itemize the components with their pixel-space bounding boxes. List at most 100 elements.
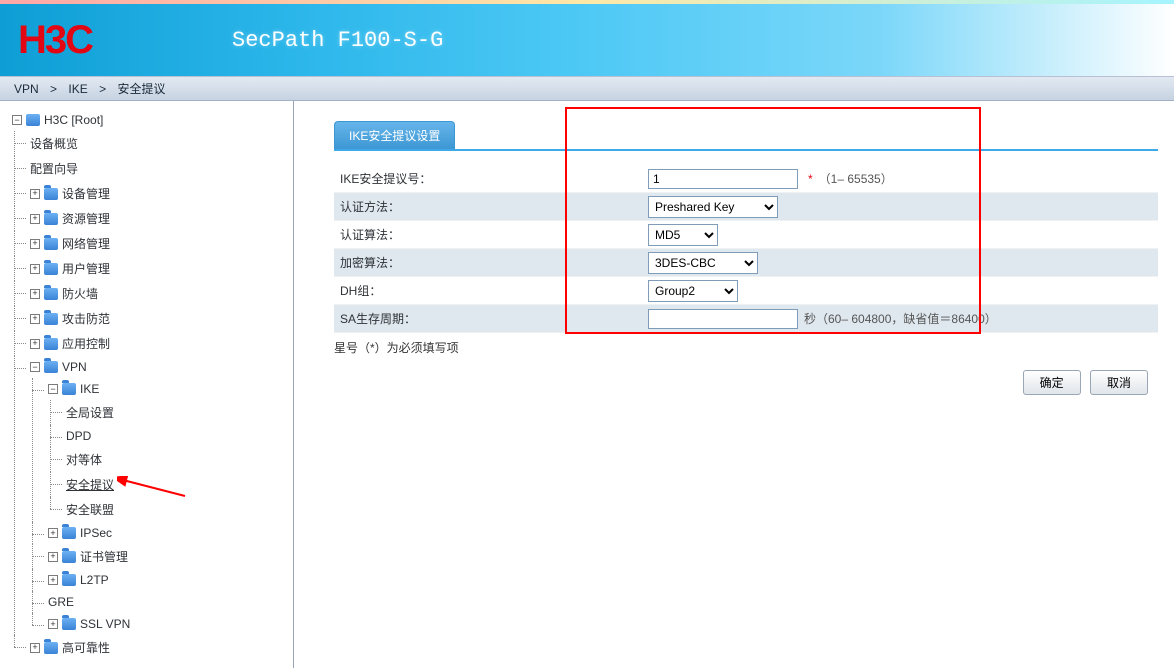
tree-label: 全局设置 (66, 404, 114, 421)
folder-icon (44, 313, 58, 325)
collapse-icon[interactable]: − (30, 362, 40, 372)
tree-item[interactable]: +防火墙 (26, 281, 293, 306)
tree-label: L2TP (80, 573, 109, 587)
tree-item[interactable]: + 设备管理 (26, 181, 293, 206)
tree-label: 攻击防范 (62, 310, 110, 327)
input-sa-lifetime[interactable] (648, 309, 798, 329)
tree-label: 设备概览 (30, 135, 78, 152)
tree-label: 设备管理 (62, 185, 110, 202)
brand-logo: H3C (18, 18, 92, 63)
tree-item-vpn[interactable]: −VPN −IKE 全局设置 DPD 对等体 安全提议 安全联 (26, 356, 293, 635)
label-auth-method: 认证方法： (338, 198, 648, 215)
tree-item[interactable]: +SSL VPN (44, 613, 293, 635)
folder-icon (44, 642, 58, 654)
breadcrumb-item[interactable]: VPN (14, 82, 39, 96)
select-dh[interactable]: Group2 (648, 280, 738, 302)
expand-icon[interactable]: + (30, 643, 40, 653)
cancel-button[interactable]: 取消 (1090, 370, 1148, 395)
tree-label: 网络管理 (62, 235, 110, 252)
tab-ike-proposal[interactable]: IKE安全提议设置 (334, 121, 455, 149)
tree-item[interactable]: 设备概览 (26, 131, 293, 156)
product-title: SecPath F100-S-G (232, 28, 443, 53)
collapse-icon[interactable]: − (48, 384, 58, 394)
folder-icon (62, 383, 76, 395)
folder-icon (62, 551, 76, 563)
tree-leaf-active[interactable]: 安全提议 (62, 472, 293, 497)
tree-item[interactable]: + 资源管理 (26, 206, 293, 231)
tree-root-label: H3C [Root] (44, 113, 103, 127)
select-auth-algo[interactable]: MD5 (648, 224, 718, 246)
sidebar: − H3C [Root] 设备概览 配置向导 + 设备管理 + 资源管理 + 网络管理… (0, 101, 294, 668)
tree-label: 配置向导 (30, 160, 78, 177)
select-auth-method[interactable]: Preshared Key (648, 196, 778, 218)
label-proposal: IKE安全提议号： (338, 170, 648, 187)
tree-item[interactable]: + 网络管理 (26, 231, 293, 256)
tree-item[interactable]: 配置向导 (26, 156, 293, 181)
row-sa-lifetime: SA生存周期： 秒（60– 604800，缺省值＝86400） (334, 305, 1158, 333)
row-enc-algo: 加密算法： 3DES-CBC (334, 249, 1158, 277)
expand-icon[interactable]: + (30, 214, 40, 224)
expand-icon[interactable]: + (48, 619, 58, 629)
expand-icon[interactable]: + (30, 339, 40, 349)
tree-label: 应用控制 (62, 335, 110, 352)
button-row: 确定 取消 (334, 370, 1158, 395)
tree-item[interactable]: + IPSec (44, 522, 293, 544)
expand-icon[interactable]: + (48, 552, 58, 562)
label-sa-lifetime: SA生存周期： (338, 310, 648, 327)
header: H3C SecPath F100-S-G (0, 4, 1174, 76)
row-proposal: IKE安全提议号： * （1– 65535） (334, 165, 1158, 193)
breadcrumb-item[interactable]: IKE (68, 82, 87, 96)
tree-item-ike[interactable]: −IKE 全局设置 DPD 对等体 安全提议 安全联盟 (44, 378, 293, 522)
row-auth-method: 认证方法： Preshared Key (334, 193, 1158, 221)
tree-leaf[interactable]: 全局设置 (62, 400, 293, 425)
tree-label: 证书管理 (80, 548, 128, 565)
expand-icon[interactable]: + (30, 264, 40, 274)
tree-root[interactable]: − H3C [Root] 设备概览 配置向导 + 设备管理 + 资源管理 + 网络管理… (8, 109, 293, 660)
tree-item[interactable]: + L2TP (44, 569, 293, 591)
collapse-icon[interactable]: − (12, 115, 22, 125)
folder-icon (44, 213, 58, 225)
tab-strip: IKE安全提议设置 (334, 121, 1158, 151)
expand-icon[interactable]: + (30, 314, 40, 324)
tree-item[interactable]: + 攻击防范 (26, 306, 293, 331)
label-dh: DH组： (338, 282, 648, 299)
tree-label: IPSec (80, 526, 112, 540)
select-enc-algo[interactable]: 3DES-CBC (648, 252, 758, 274)
breadcrumb-sep: > (50, 82, 57, 96)
tree-leaf[interactable]: DPD (62, 425, 293, 447)
folder-icon (44, 361, 58, 373)
tree-label: 高可靠性 (62, 639, 110, 656)
main-content: IKE安全提议设置 IKE安全提议号： * （1– 65535） 认证方法： P… (294, 101, 1174, 668)
footnote-required: 星号（*）为必须填写项 (334, 339, 1158, 356)
hint-sa-lifetime: 秒（60– 604800，缺省值＝86400） (804, 310, 997, 327)
folder-icon (44, 263, 58, 275)
folder-icon (44, 338, 58, 350)
ok-button[interactable]: 确定 (1023, 370, 1081, 395)
tree-label: 用户管理 (62, 260, 110, 277)
tree-leaf[interactable]: GRE (44, 591, 293, 613)
tree-label: 对等体 (66, 451, 102, 468)
breadcrumb-item: 安全提议 (117, 82, 165, 96)
root-icon (26, 114, 40, 126)
tree-label: 资源管理 (62, 210, 110, 227)
label-auth-algo: 认证算法： (338, 226, 648, 243)
breadcrumb: VPN > IKE > 安全提议 (0, 76, 1174, 101)
expand-icon[interactable]: + (30, 189, 40, 199)
row-dh: DH组： Group2 (334, 277, 1158, 305)
tree-label: 安全联盟 (66, 501, 114, 518)
tree-item[interactable]: + 高可靠性 (26, 635, 293, 660)
required-star-icon: * (808, 172, 813, 186)
row-auth-algo: 认证算法： MD5 (334, 221, 1158, 249)
tree-item[interactable]: + 用户管理 (26, 256, 293, 281)
tree-leaf[interactable]: 安全联盟 (62, 497, 293, 522)
input-proposal[interactable] (648, 169, 798, 189)
expand-icon[interactable]: + (48, 575, 58, 585)
tree-label: VPN (62, 360, 87, 374)
hint-proposal: （1– 65535） (819, 170, 893, 187)
expand-icon[interactable]: + (48, 528, 58, 538)
tree-item[interactable]: + 应用控制 (26, 331, 293, 356)
tree-item[interactable]: + 证书管理 (44, 544, 293, 569)
expand-icon[interactable]: + (30, 239, 40, 249)
expand-icon[interactable]: + (30, 289, 40, 299)
tree-leaf[interactable]: 对等体 (62, 447, 293, 472)
